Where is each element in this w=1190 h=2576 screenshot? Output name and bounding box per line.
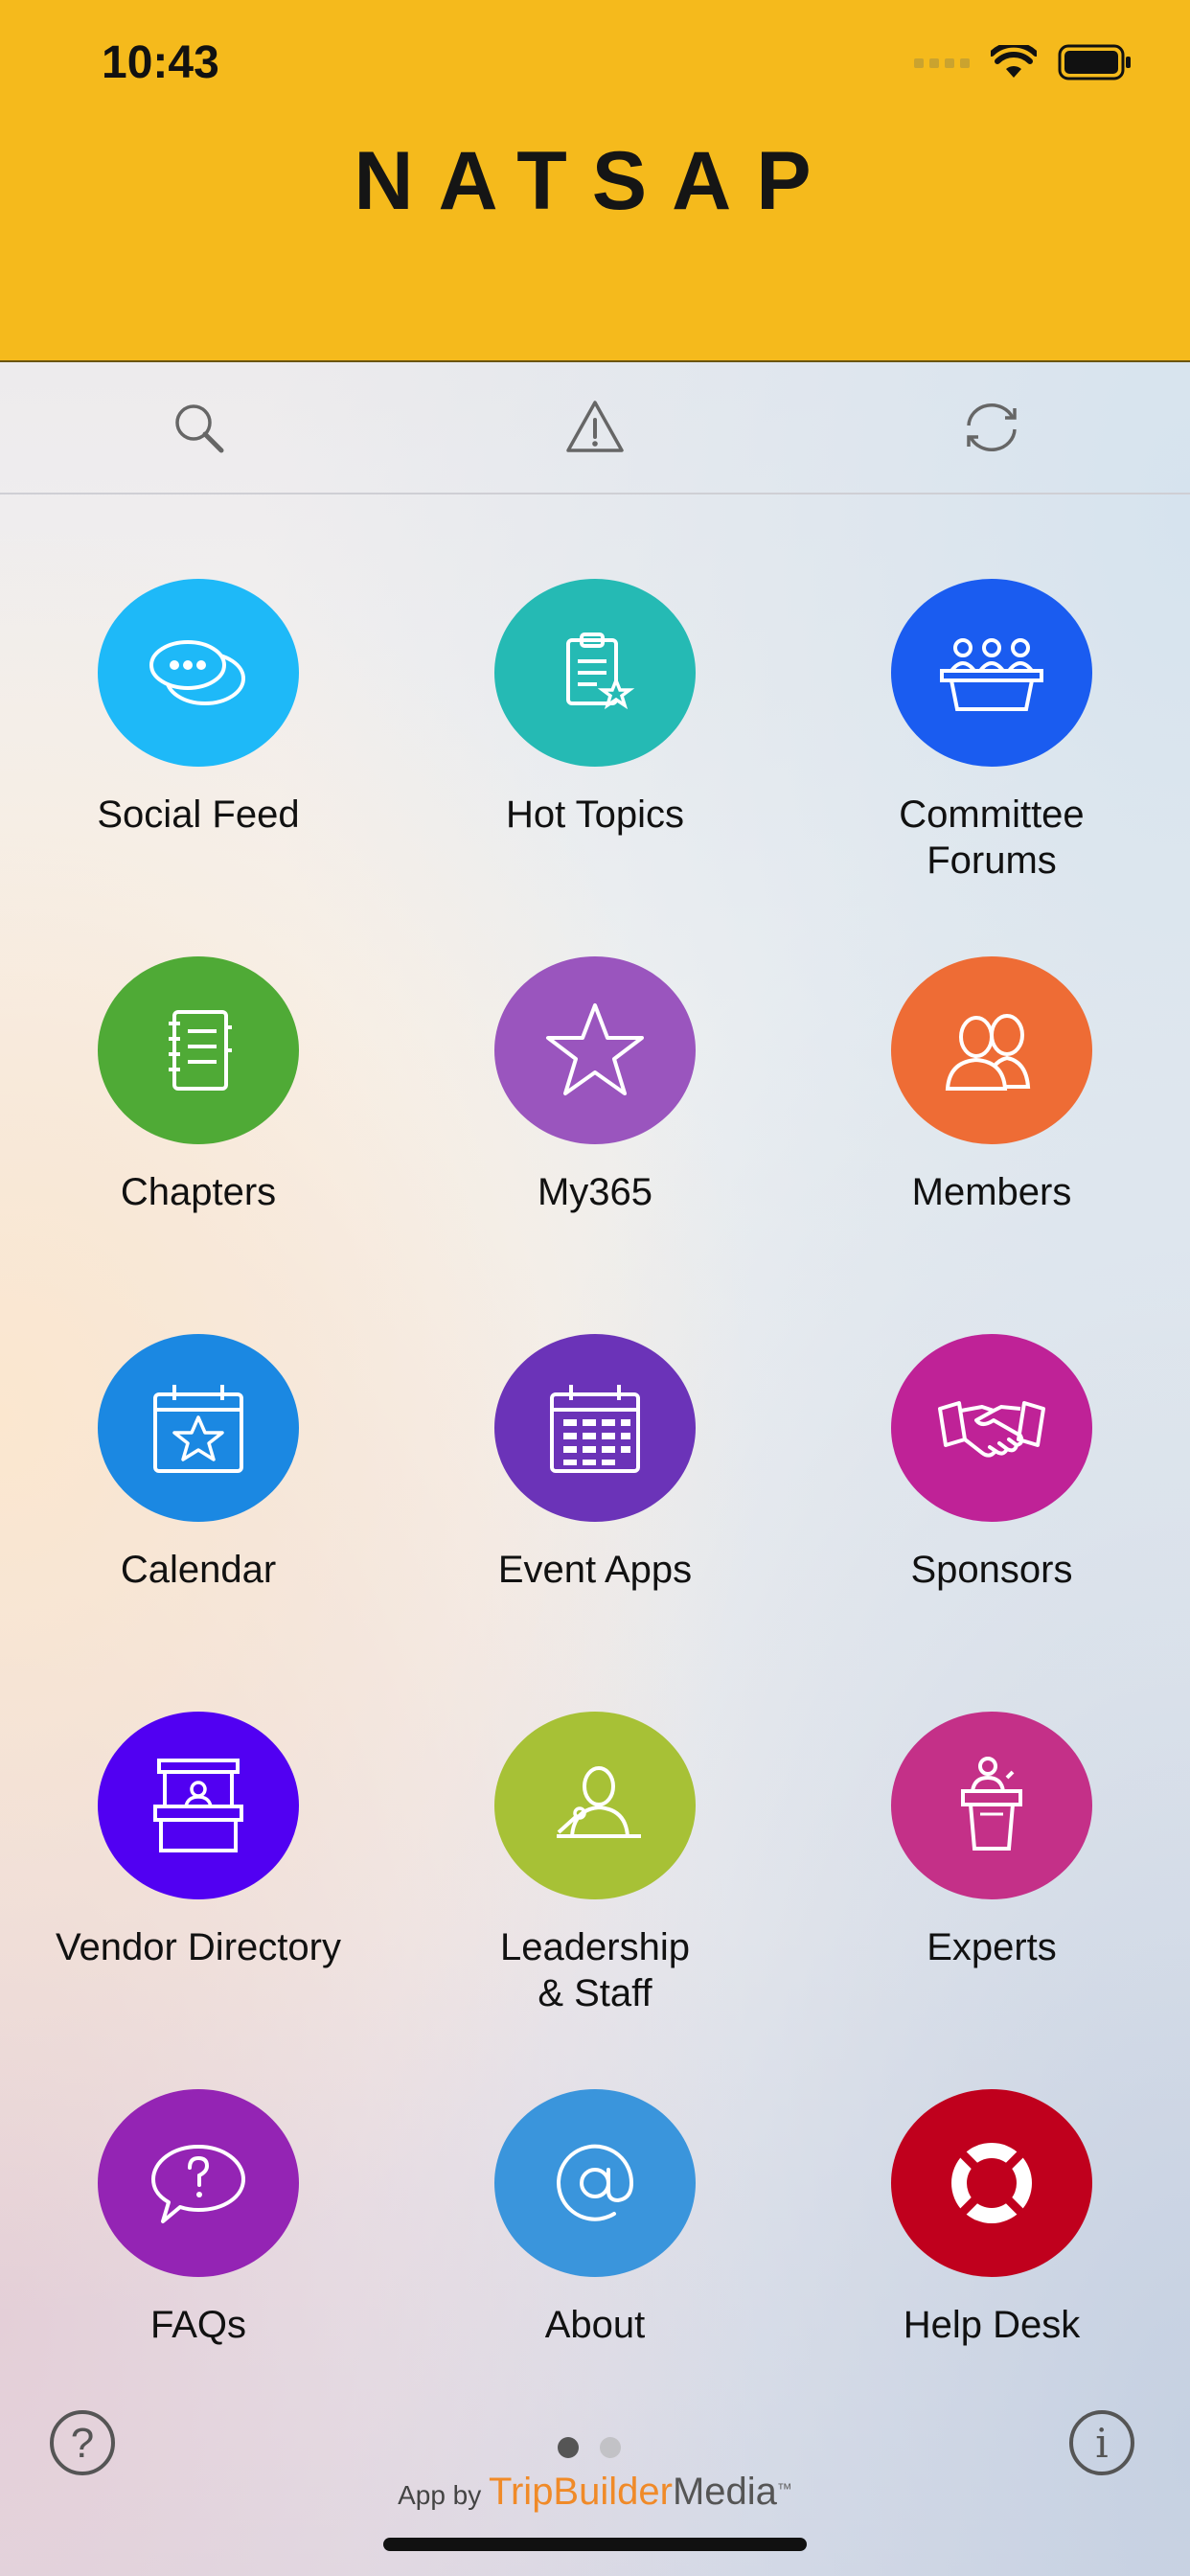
tile-label: About xyxy=(544,2304,646,2346)
question-bubble-icon xyxy=(151,2145,245,2223)
at-icon xyxy=(557,2144,634,2221)
tile-members[interactable]: Members xyxy=(793,956,1190,1215)
home-screen: 10:43 NATSAP Social Feed Hot Topics Comm… xyxy=(0,0,1190,2576)
tile-label: Experts xyxy=(927,1926,1057,1968)
panel-icon xyxy=(940,638,1043,711)
status-time: 10:43 xyxy=(102,37,219,88)
tile-faqs[interactable]: FAQs xyxy=(0,2089,397,2348)
calendar-grid-icon xyxy=(550,1385,640,1473)
chat-bubbles-icon xyxy=(149,640,245,705)
tile-icon-bg xyxy=(891,1334,1092,1522)
app-credit[interactable]: App by TripBuilderMedia™ xyxy=(0,2471,1190,2514)
tile-help-desk[interactable]: Help Desk xyxy=(793,2089,1190,2348)
handshake-icon xyxy=(938,1401,1045,1458)
page-dot xyxy=(600,2437,621,2458)
help-button[interactable]: ? xyxy=(50,2410,115,2475)
tile-hot-topics[interactable]: Hot Topics xyxy=(397,579,793,838)
tile-label: Hot Topics xyxy=(505,794,684,836)
people-icon xyxy=(945,1014,1031,1091)
credit-tm: ™ xyxy=(776,2481,792,2498)
tile-label: Vendor Directory xyxy=(56,1926,341,1968)
status-indicators xyxy=(914,44,1133,80)
toolbar xyxy=(0,362,1190,494)
tile-icon-bg xyxy=(494,2089,696,2277)
natsap-logo: NATSAP xyxy=(354,135,836,227)
wifi-icon xyxy=(991,45,1037,78)
credit-brand-suffix: Media xyxy=(672,2471,777,2513)
tile-icon-bg xyxy=(891,579,1092,767)
tile-label: My365 xyxy=(537,1171,653,1213)
calendar-star-icon xyxy=(153,1385,243,1473)
speaker-icon xyxy=(557,1766,641,1838)
app-header: 10:43 NATSAP xyxy=(0,0,1190,362)
tile-leadership-staff[interactable]: Leadership & Staff xyxy=(397,1712,793,2016)
page-dot-active xyxy=(558,2437,579,2458)
tile-icon-bg xyxy=(98,1712,299,1899)
tile-icon-bg xyxy=(494,579,696,767)
tile-icon-bg xyxy=(494,1334,696,1522)
credit-brand: TripBuilder xyxy=(489,2471,673,2513)
tile-sponsors[interactable]: Sponsors xyxy=(793,1334,1190,1593)
tile-label: Committee Forums xyxy=(899,794,1085,882)
notebook-icon xyxy=(169,1010,232,1091)
tile-icon-bg xyxy=(891,956,1092,1144)
help-question-icon: ? xyxy=(70,2420,95,2467)
home-indicator[interactable] xyxy=(383,2538,807,2551)
tile-label: Chapters xyxy=(120,1171,277,1213)
booth-icon xyxy=(153,1759,243,1852)
tile-icon-bg xyxy=(98,1334,299,1522)
tile-label: Help Desk xyxy=(903,2304,1081,2346)
star-icon xyxy=(546,1003,644,1095)
credit-prefix: App by xyxy=(398,2480,482,2510)
podium-icon xyxy=(961,1757,1022,1851)
tile-icon-bg xyxy=(494,956,696,1144)
tile-icon-bg xyxy=(891,2089,1092,2277)
tile-my365[interactable]: My365 xyxy=(397,956,793,1215)
tile-label: Social Feed xyxy=(97,794,300,836)
search-button[interactable] xyxy=(0,362,397,493)
alert-button[interactable] xyxy=(397,362,793,493)
alert-icon xyxy=(566,401,624,452)
tile-label: Sponsors xyxy=(910,1549,1073,1591)
tile-icon-bg xyxy=(494,1712,696,1899)
tile-label: FAQs xyxy=(149,2304,247,2346)
clipboard-star-icon xyxy=(566,632,635,710)
tile-social-feed[interactable]: Social Feed xyxy=(0,579,397,838)
info-button[interactable]: i xyxy=(1069,2410,1134,2475)
info-icon: i xyxy=(1095,2420,1109,2467)
tile-committee-forums[interactable]: Committee Forums xyxy=(793,579,1190,884)
search-icon xyxy=(175,404,224,453)
tile-icon-bg xyxy=(98,579,299,767)
tile-icon-bg xyxy=(891,1712,1092,1899)
tile-vendor-directory[interactable]: Vendor Directory xyxy=(0,1712,397,1970)
refresh-icon xyxy=(967,403,1017,451)
tile-icon-bg xyxy=(98,2089,299,2277)
signal-icon xyxy=(914,58,970,68)
lifebuoy-icon xyxy=(951,2143,1032,2223)
battery-icon xyxy=(1058,44,1131,80)
tile-calendar[interactable]: Calendar xyxy=(0,1334,397,1593)
tile-label: Members xyxy=(911,1171,1072,1213)
tile-event-apps[interactable]: Event Apps xyxy=(397,1334,793,1593)
tile-label: Calendar xyxy=(120,1549,277,1591)
refresh-button[interactable] xyxy=(793,362,1190,493)
tile-experts[interactable]: Experts xyxy=(793,1712,1190,1970)
tile-about[interactable]: About xyxy=(397,2089,793,2348)
tile-icon-bg xyxy=(98,956,299,1144)
tile-chapters[interactable]: Chapters xyxy=(0,956,397,1215)
tile-label: Event Apps xyxy=(497,1549,693,1591)
page-indicator[interactable] xyxy=(558,2437,621,2458)
tile-label: Leadership & Staff xyxy=(500,1926,690,2014)
